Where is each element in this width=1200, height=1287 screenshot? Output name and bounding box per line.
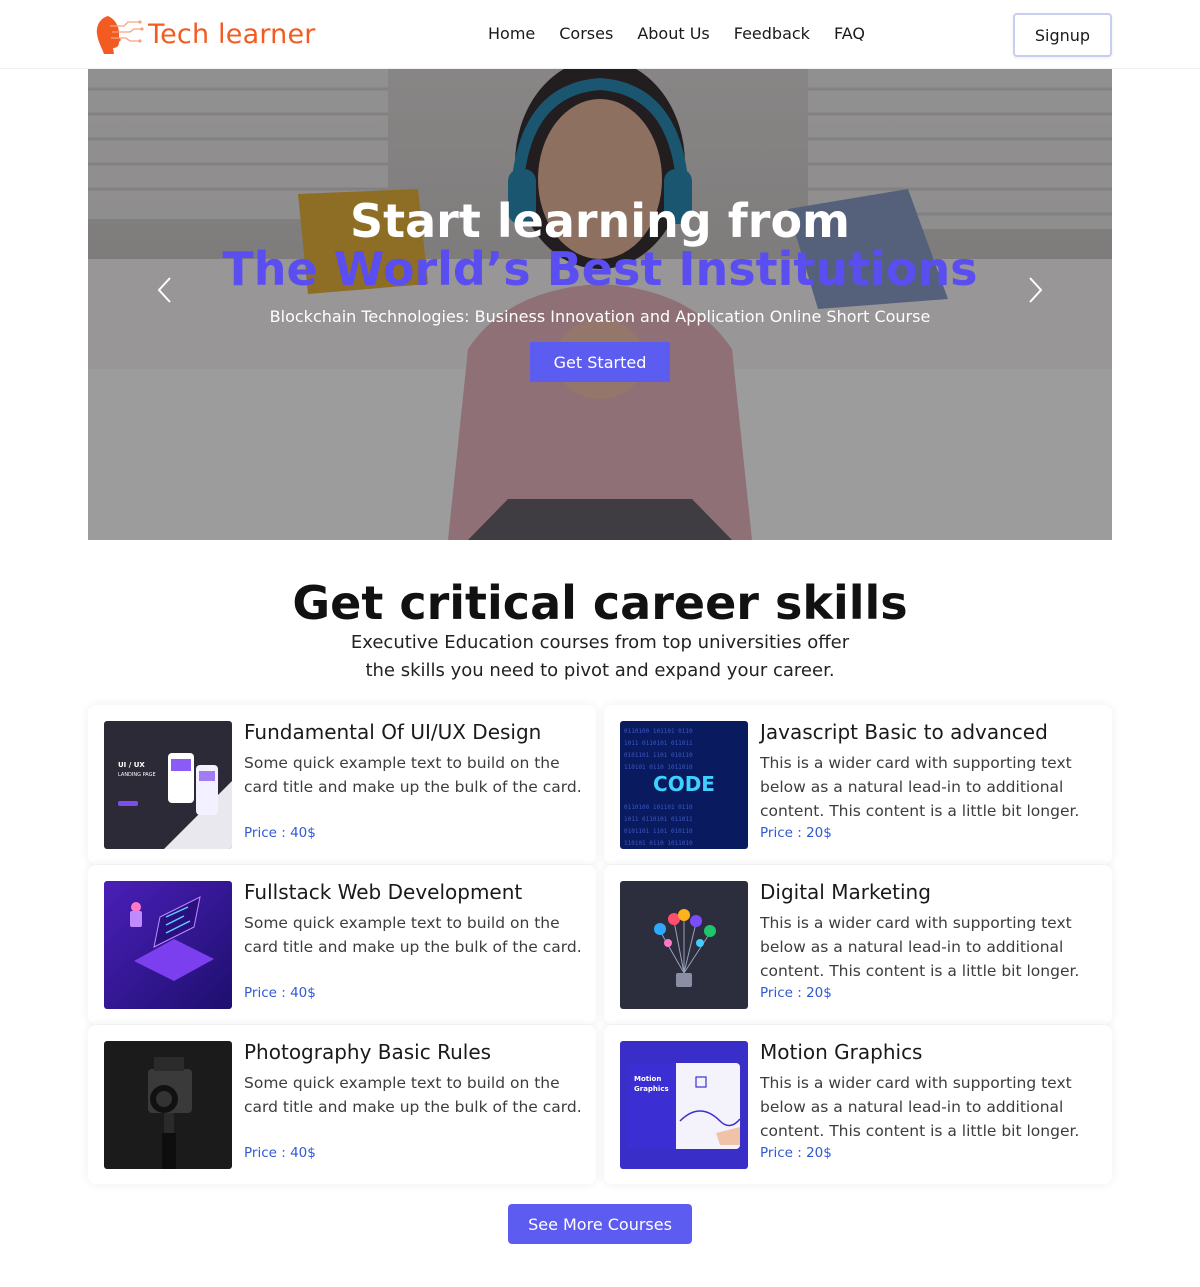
code-thumbnail-label: CODE [653,772,715,796]
logo-text: Tech learner [148,18,316,50]
logo[interactable]: Tech learner [94,12,316,56]
svg-text:Motion: Motion [634,1075,661,1083]
carousel-next-button[interactable] [1020,274,1050,306]
svg-text:0101101 1101 010110: 0101101 1101 010110 [624,752,693,759]
logo-icon [96,16,144,54]
course-card[interactable]: Fullstack Web Development Some quick exa… [88,865,596,1024]
course-card[interactable]: Digital Marketing This is a wider card w… [604,865,1112,1024]
nav-feedback[interactable]: Feedback [734,22,810,46]
see-more-courses-button[interactable]: See More Courses [508,1204,692,1244]
course-card[interactable]: 0110100 101101 0110 1011 0110101 011011 … [604,705,1112,864]
course-title[interactable]: Fullstack Web Development [244,877,522,907]
carousel-prev-button[interactable] [150,274,180,306]
course-card[interactable]: UI / UX LANDING PAGE Fundamental Of UI/U… [88,705,596,864]
course-title[interactable]: Fundamental Of UI/UX Design [244,717,541,747]
course-title[interactable]: Photography Basic Rules [244,1037,491,1067]
svg-text:1011 0110101 011011: 1011 0110101 011011 [624,740,693,747]
course-price: Price : 20$ [760,825,832,841]
hero-title-line2: The World’s Best Institutions [222,242,978,296]
svg-text:1011 0110101 011011: 1011 0110101 011011 [624,816,693,823]
svg-text:0110100 101101 0110: 0110100 101101 0110 [624,728,693,735]
section-title: Get critical career skills [292,576,908,630]
course-description: This is a wider card with supporting tex… [760,1074,1080,1140]
course-price: Price : 20$ [760,985,832,1001]
course-title[interactable]: Motion Graphics [760,1037,922,1067]
signup-button[interactable]: Signup [1013,13,1112,57]
svg-text:LANDING PAGE: LANDING PAGE [118,772,156,778]
main-nav: Home Corses About Us Feedback FAQ [488,22,865,46]
course-description: This is a wider card with supporting tex… [760,914,1080,980]
course-title[interactable]: Digital Marketing [760,877,931,907]
nav-home[interactable]: Home [488,22,535,46]
hero-overlay [88,69,1112,540]
hero-carousel: Start learning from The World’s Best Ins… [88,69,1112,540]
course-description: Some quick example text to build on the … [244,754,582,796]
course-price: Price : 40$ [244,825,316,841]
course-thumbnail-fullstack [104,881,232,1009]
course-card[interactable]: Motion Graphics Motion Graphics This is … [604,1025,1112,1184]
section-subtitle-line1: Executive Education courses from top uni… [350,632,850,653]
course-description: Some quick example text to build on the … [244,914,582,956]
course-price: Price : 40$ [244,1145,316,1161]
course-price: Price : 40$ [244,985,316,1001]
course-thumbnail-digital-marketing [620,881,748,1009]
course-thumbnail-photography [104,1041,232,1169]
hero-title-line1: Start learning from [350,194,850,248]
get-started-button[interactable]: Get Started [530,342,670,382]
site-header: Tech learner Home Corses About Us Feedba… [0,0,1200,69]
svg-text:0110100 101101 0110: 0110100 101101 0110 [624,804,693,811]
svg-text:Graphics: Graphics [634,1085,669,1093]
course-description: This is a wider card with supporting tex… [760,754,1080,820]
course-title[interactable]: Javascript Basic to advanced [760,717,1048,747]
section-subtitle-line2: the skills you need to pivot and expand … [365,660,835,681]
svg-text:UI / UX: UI / UX [118,761,145,769]
section-subtitle: Executive Education courses from top uni… [0,629,1200,685]
svg-text:110101 0110 1011010: 110101 0110 1011010 [624,764,693,771]
svg-text:110101 0110 1011010: 110101 0110 1011010 [624,840,693,847]
course-description: Some quick example text to build on the … [244,1074,582,1116]
course-price: Price : 20$ [760,1145,832,1161]
svg-text:0101101 1101 010110: 0101101 1101 010110 [624,828,693,835]
nav-faq[interactable]: FAQ [834,22,865,46]
chevron-right-icon [1029,277,1043,303]
course-thumbnail-motion-graphics: Motion Graphics [620,1041,748,1169]
course-thumbnail-javascript: 0110100 101101 0110 1011 0110101 011011 … [620,721,748,849]
nav-courses[interactable]: Corses [559,22,613,46]
course-thumbnail-ui-ux: UI / UX LANDING PAGE [104,721,232,849]
course-card[interactable]: Photography Basic Rules Some quick examp… [88,1025,596,1184]
hero-subtitle: Blockchain Technologies: Business Innova… [269,307,931,326]
nav-about-us[interactable]: About Us [637,22,709,46]
chevron-left-icon [157,277,171,303]
